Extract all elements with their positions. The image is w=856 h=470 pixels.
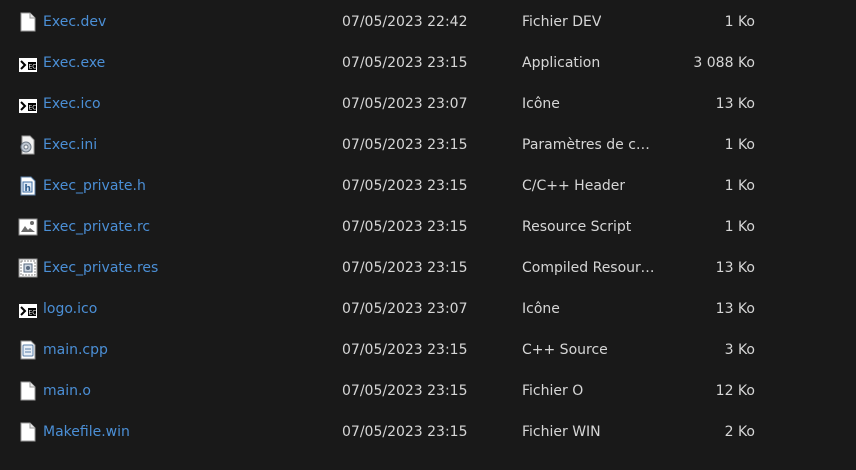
file-size: 12 Ko — [715, 382, 755, 399]
file-type: C++ Source — [522, 341, 608, 358]
file-size: 13 Ko — [715, 95, 755, 112]
file-type: Icône — [522, 95, 560, 112]
file-row-main-o[interactable]: main.o 07/05/2023 23:15 Fichier O 12 Ko — [0, 370, 856, 411]
file-date: 07/05/2023 23:15 — [342, 259, 468, 276]
file-date: 07/05/2023 22:42 — [342, 13, 468, 30]
file-date: 07/05/2023 23:07 — [342, 95, 468, 112]
settings-file-icon — [18, 135, 38, 155]
document-icon — [18, 422, 38, 442]
file-row-exec-private-rc[interactable]: Exec_private.rc 07/05/2023 23:15 Resourc… — [0, 206, 856, 247]
file-type: Icône — [522, 300, 560, 317]
file-date: 07/05/2023 23:15 — [342, 423, 468, 440]
ico-image-icon: EC — [18, 299, 38, 319]
file-row-logo-ico[interactable]: EC logo.ico 07/05/2023 23:07 Icône 13 Ko — [0, 288, 856, 329]
file-name[interactable]: Exec.ico — [43, 96, 101, 112]
svg-text:EC: EC — [29, 309, 37, 316]
file-date: 07/05/2023 23:07 — [342, 300, 468, 317]
file-name[interactable]: Exec.dev — [43, 14, 106, 30]
file-size: 1 Ko — [724, 136, 755, 153]
file-type: Compiled Resourc... — [522, 259, 657, 276]
file-name[interactable]: main.o — [43, 383, 91, 399]
file-size: 13 Ko — [715, 259, 755, 276]
file-type: Fichier DEV — [522, 13, 602, 30]
cpp-source-icon — [18, 340, 38, 360]
resource-script-icon — [18, 217, 38, 237]
file-type: Paramètres de con... — [522, 136, 657, 153]
compiled-resource-icon — [18, 258, 38, 278]
document-icon — [18, 12, 38, 32]
file-date: 07/05/2023 23:15 — [342, 382, 468, 399]
file-size: 1 Ko — [724, 177, 755, 194]
file-name[interactable]: main.cpp — [43, 342, 108, 358]
file-name[interactable]: Exec_private.h — [43, 178, 146, 194]
header-file-icon: h — [18, 176, 38, 196]
file-row-exec-private-h[interactable]: h Exec_private.h 07/05/2023 23:15 C/C++ … — [0, 165, 856, 206]
file-name[interactable]: Exec_private.res — [43, 260, 158, 276]
file-date: 07/05/2023 23:15 — [342, 218, 468, 235]
file-type: Fichier WIN — [522, 423, 601, 440]
exe-app-icon: EC — [18, 53, 38, 73]
file-type: C/C++ Header — [522, 177, 626, 194]
file-row-exec-exe[interactable]: EC Exec.exe 07/05/2023 23:15 Application… — [0, 42, 856, 83]
file-date: 07/05/2023 23:15 — [342, 54, 468, 71]
svg-text:h: h — [25, 184, 31, 194]
file-row-makefile-win[interactable]: Makefile.win 07/05/2023 23:15 Fichier WI… — [0, 411, 856, 452]
file-size: 3 088 Ko — [693, 54, 755, 71]
svg-text:EC: EC — [29, 104, 37, 111]
file-size: 1 Ko — [724, 13, 755, 30]
file-type: Application — [522, 54, 601, 71]
file-size: 13 Ko — [715, 300, 755, 317]
file-name[interactable]: Exec.ini — [43, 137, 97, 153]
file-name[interactable]: Makefile.win — [43, 424, 130, 440]
file-list: Exec.dev 07/05/2023 22:42 Fichier DEV 1 … — [0, 0, 856, 470]
file-row-main-cpp[interactable]: main.cpp 07/05/2023 23:15 C++ Source 3 K… — [0, 329, 856, 370]
file-name[interactable]: Exec_private.rc — [43, 219, 150, 235]
svg-text:EC: EC — [29, 63, 37, 70]
file-size: 2 Ko — [724, 423, 755, 440]
file-type: Fichier O — [522, 382, 584, 399]
file-date: 07/05/2023 23:15 — [342, 341, 468, 358]
file-row-exec-ini[interactable]: Exec.ini 07/05/2023 23:15 Paramètres de … — [0, 124, 856, 165]
file-row-exec-private-res[interactable]: Exec_private.res 07/05/2023 23:15 Compil… — [0, 247, 856, 288]
file-date: 07/05/2023 23:15 — [342, 136, 468, 153]
document-icon — [18, 381, 38, 401]
file-name[interactable]: logo.ico — [43, 301, 97, 317]
file-size: 3 Ko — [724, 341, 755, 358]
file-row-exec-ico[interactable]: EC Exec.ico 07/05/2023 23:07 Icône 13 Ko — [0, 83, 856, 124]
file-size: 1 Ko — [724, 218, 755, 235]
file-type: Resource Script — [522, 218, 632, 235]
ico-image-icon: EC — [18, 94, 38, 114]
file-name[interactable]: Exec.exe — [43, 55, 105, 71]
file-row-exec-dev[interactable]: Exec.dev 07/05/2023 22:42 Fichier DEV 1 … — [0, 1, 856, 42]
file-date: 07/05/2023 23:15 — [342, 177, 468, 194]
